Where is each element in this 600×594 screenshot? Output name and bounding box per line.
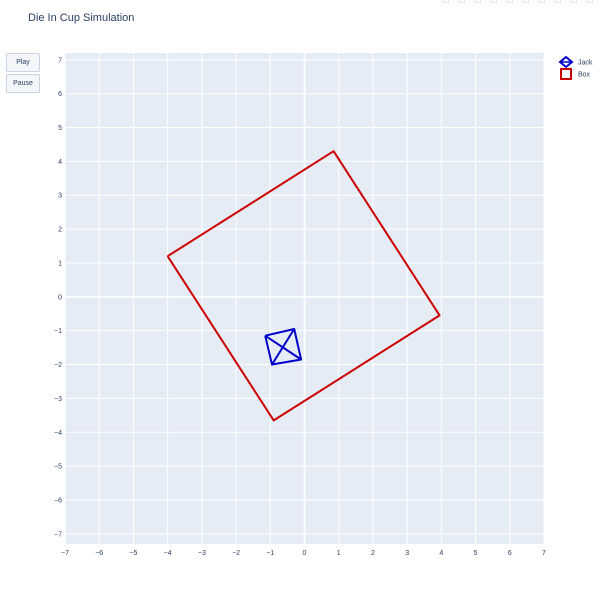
x-tick-label: −4: [164, 550, 172, 557]
y-tick-label: −3: [54, 396, 62, 403]
x-tick-label: 6: [508, 550, 512, 557]
x-tick-label: 7: [542, 550, 546, 557]
y-tick-label: 1: [58, 260, 62, 267]
y-tick-label: −5: [54, 464, 62, 471]
legend-item-box[interactable]: Box: [560, 68, 591, 80]
x-tick-label: 1: [337, 550, 341, 557]
legend-label: Jack: [578, 60, 593, 67]
y-tick-label: −7: [54, 531, 62, 538]
y-tick-label: 7: [58, 57, 62, 64]
x-tick-label: 3: [405, 550, 409, 557]
y-tick-label: 2: [58, 227, 62, 234]
y-tick-label: −6: [54, 497, 62, 504]
x-tick-label: −2: [232, 550, 240, 557]
x-tick-label: 2: [371, 550, 375, 557]
x-tick-label: −5: [129, 550, 137, 557]
x-tick-label: −6: [95, 550, 103, 557]
y-tick-label: 0: [58, 294, 62, 301]
y-tick-label: 5: [58, 125, 62, 132]
y-tick-label: −2: [54, 362, 62, 369]
y-tick-label: 3: [58, 193, 62, 200]
y-tick-label: −4: [54, 430, 62, 437]
y-tick-label: 6: [58, 91, 62, 98]
x-tick-label: −7: [61, 550, 69, 557]
x-tick-label: 0: [303, 550, 307, 557]
legend-item-jack[interactable]: Jack: [558, 55, 593, 69]
x-tick-label: 5: [474, 550, 478, 557]
legend-symbol: [560, 68, 572, 80]
x-tick-label: −3: [198, 550, 206, 557]
legend-label: Box: [578, 72, 591, 79]
y-tick-label: 4: [58, 159, 62, 166]
x-tick-label: −1: [266, 550, 274, 557]
x-tick-label: 4: [439, 550, 443, 557]
chart: −7 −6 −5 −4 −3 −2 −1 0 1 2 3 4 5 6 7 −7 −6 −5 −4 −3 −2 −1 0 1 2 3…: [54, 53, 593, 557]
legend[interactable]: Jack Box: [558, 55, 593, 80]
y-tick-label: −1: [54, 328, 62, 335]
